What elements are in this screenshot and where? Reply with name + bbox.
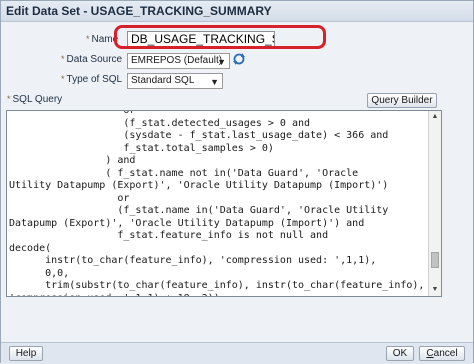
- name-label-wrap: * Name: [86, 34, 118, 45]
- data-source-label-wrap: * Data Source: [61, 54, 122, 65]
- sql-line: ) and: [9, 155, 136, 166]
- scroll-down-icon[interactable]: ▼: [429, 284, 441, 296]
- sql-query-text: or (f_stat.detected_usages > 0 and (sysd…: [9, 110, 425, 297]
- sql-line: instr(to_char(feature_info), 'compressio…: [9, 255, 377, 266]
- scroll-up-icon[interactable]: ▲: [429, 111, 441, 123]
- sql-query-label: SQL Query: [12, 94, 63, 105]
- sql-line: (f_stat.name in('Data Guard', 'Oracle Ut…: [9, 205, 389, 216]
- sql-line: decode(: [9, 242, 52, 254]
- dialog-button-bar: Help OK Cancel: [1, 342, 473, 364]
- refresh-icon[interactable]: [232, 52, 246, 66]
- sql-query-textarea[interactable]: or (f_stat.detected_usages > 0 and (sysd…: [6, 110, 442, 297]
- sql-line: 'compression used: ',1,1) + 18, 2)): [9, 293, 424, 297]
- sql-line: or: [9, 110, 136, 116]
- required-marker: *: [86, 34, 90, 44]
- name-label: Name: [91, 34, 119, 45]
- required-marker: *: [61, 54, 65, 64]
- chevron-down-icon: ▼: [217, 57, 226, 67]
- ok-button[interactable]: OK: [386, 346, 414, 361]
- cancel-button[interactable]: Cancel: [419, 346, 465, 361]
- sql-line: 0,0,: [9, 267, 70, 279]
- type-of-sql-value: Standard SQL: [131, 75, 195, 86]
- type-of-sql-select[interactable]: Standard SQL ▼: [127, 73, 223, 89]
- sql-line: trim(substr(to_char(feature_info), instr…: [9, 280, 425, 291]
- sql-query-label-wrap: * SQL Query: [7, 94, 62, 105]
- required-marker: *: [61, 74, 65, 84]
- sql-line: Datapump (Export)', 'Oracle Utility Data…: [9, 217, 365, 229]
- query-builder-button[interactable]: Query Builder: [367, 93, 437, 108]
- cancel-mnemonic: C: [426, 348, 434, 359]
- data-source-label: Data Source: [66, 54, 123, 65]
- dialog-title: Edit Data Set - USAGE_TRACKING_SUMMARY: [6, 4, 272, 18]
- type-of-sql-label-wrap: * Type of SQL: [61, 74, 122, 85]
- cancel-label-rest: ancel: [433, 348, 458, 359]
- sql-line: Utility Datapump (Export)', 'Oracle Util…: [9, 180, 389, 191]
- sql-line: (f_stat.detected_usages > 0 and: [9, 117, 311, 129]
- help-button[interactable]: Help: [9, 346, 43, 361]
- required-marker: *: [7, 94, 11, 104]
- sql-line: (sysdate - f_stat.last_usage_date) < 366…: [9, 130, 389, 141]
- data-source-value: EMREPOS (Default): [131, 55, 223, 66]
- sql-line: ( f_stat.name not in('Data Guard', 'Orac…: [9, 167, 359, 179]
- sql-line: or: [9, 192, 130, 204]
- edit-data-set-dialog: Edit Data Set - USAGE_TRACKING_SUMMARY *…: [0, 0, 474, 364]
- scrollbar-thumb[interactable]: [431, 252, 439, 268]
- vertical-scrollbar[interactable]: ▲ ▼: [428, 111, 441, 296]
- sql-line: f_stat.feature_info is not null and: [9, 230, 329, 241]
- dialog-titlebar: Edit Data Set - USAGE_TRACKING_SUMMARY: [1, 1, 473, 22]
- data-source-select[interactable]: EMREPOS (Default) ▼: [127, 53, 230, 69]
- sql-line: f_stat.total_samples > 0): [9, 142, 274, 154]
- chevron-down-icon: ▼: [210, 77, 219, 87]
- name-field[interactable]: DB_USAGE_TRACKING_SUMM: [127, 31, 275, 47]
- type-of-sql-label: Type of SQL: [66, 74, 123, 85]
